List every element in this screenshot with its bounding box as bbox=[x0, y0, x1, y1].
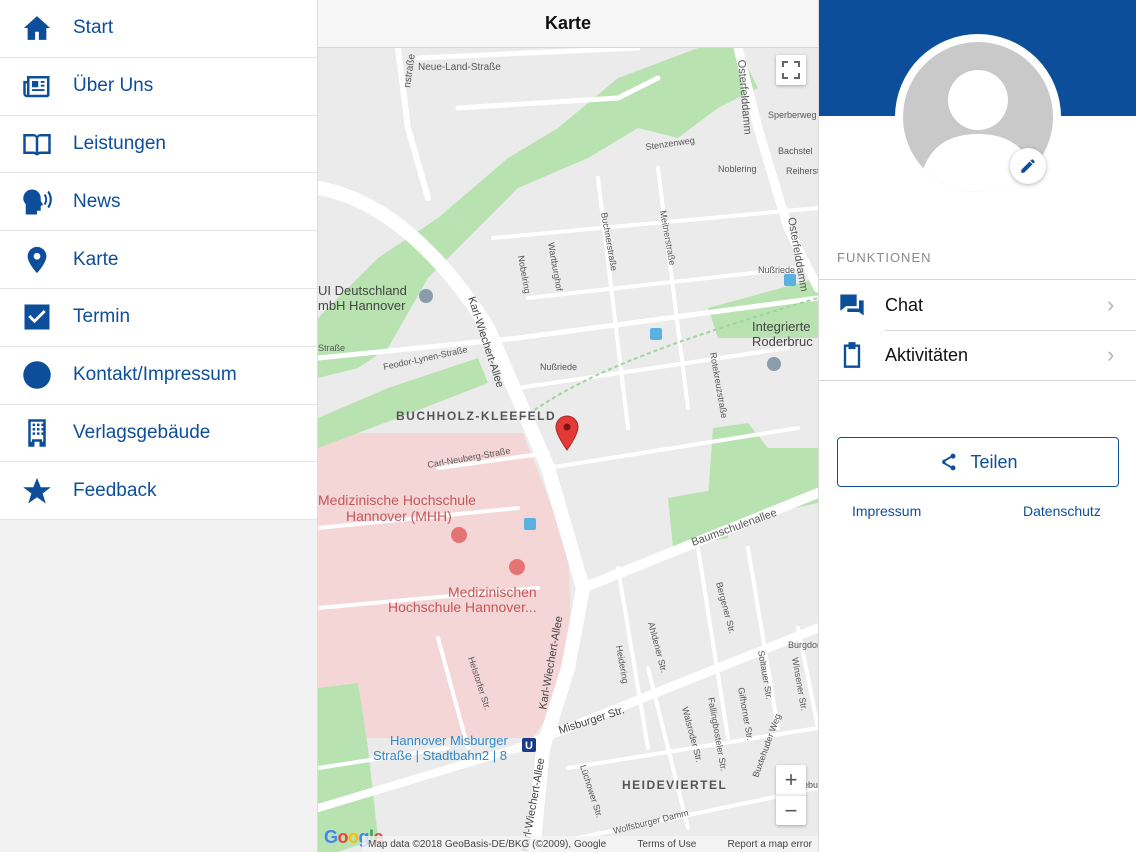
tram-stop-icon[interactable] bbox=[650, 328, 662, 340]
fullscreen-button[interactable] bbox=[776, 55, 806, 85]
page-title: Karte bbox=[544, 13, 592, 33]
edit-avatar-button[interactable] bbox=[1010, 148, 1046, 184]
poi-label: Hannover Misburger bbox=[390, 733, 508, 748]
nav-label: Karte bbox=[73, 248, 119, 270]
home-icon bbox=[0, 13, 73, 43]
street-label: Reiherst bbox=[786, 166, 818, 176]
hospital-marker-icon[interactable] bbox=[509, 559, 525, 575]
impressum-link[interactable]: Impressum bbox=[852, 503, 921, 519]
section-title: FUNKTIONEN bbox=[837, 250, 932, 265]
street-label: Nußriede bbox=[758, 265, 795, 275]
nav-list: Start Über Uns Leistungen News Karte Ter… bbox=[0, 0, 317, 521]
chat-item[interactable]: Chat › bbox=[819, 280, 1136, 330]
map-canvas[interactable]: Neue-Land-Straße nstraße Osterfelddamm O… bbox=[318, 48, 818, 852]
street-label: Straße bbox=[318, 343, 345, 353]
nav-item-feedback[interactable]: Feedback bbox=[0, 462, 317, 521]
district-label: HEIDEVIERTEL bbox=[622, 778, 727, 792]
poi-label: Hannover (MHH) bbox=[346, 508, 452, 524]
terms-of-use-link[interactable]: Terms of Use bbox=[637, 839, 696, 850]
nav-item-news[interactable]: News bbox=[0, 173, 317, 232]
nav-label: Feedback bbox=[73, 479, 157, 501]
street-label: Neue-Land-Straße bbox=[418, 62, 501, 73]
checkbox-icon bbox=[0, 302, 73, 332]
nav-item-ueber-uns[interactable]: Über Uns bbox=[0, 58, 317, 116]
map-attribution: Map data ©2018 GeoBasis-DE/BKG (©2009), … bbox=[362, 836, 818, 852]
nav-label: Termin bbox=[73, 306, 131, 328]
poi-label: UI Deutschland bbox=[318, 283, 407, 298]
chat-label: Chat bbox=[885, 294, 924, 315]
speaking-head-icon bbox=[0, 187, 73, 217]
nav-item-leistungen[interactable]: Leistungen bbox=[0, 116, 317, 174]
ubahn-u-icon: U bbox=[525, 740, 533, 752]
book-icon bbox=[0, 129, 73, 159]
nav-item-start[interactable]: Start bbox=[0, 0, 317, 58]
fullscreen-icon bbox=[782, 61, 800, 79]
street-label: Burgdorfer bbox=[788, 640, 818, 650]
poi-label: Medizinischen bbox=[448, 584, 537, 600]
profile-panel: FUNKTIONEN Chat › Aktivitäten › Teilen I… bbox=[818, 0, 1136, 852]
share-label: Teilen bbox=[970, 451, 1018, 472]
poi-label: Integrierte bbox=[752, 319, 811, 334]
poi-label: Medizinische Hochschule bbox=[318, 492, 476, 508]
nav-label: Verlagsgebäude bbox=[73, 421, 211, 443]
map-pin-icon bbox=[0, 245, 73, 275]
map-header: Karte bbox=[318, 0, 818, 48]
report-map-error-link[interactable]: Report a map error bbox=[728, 839, 812, 850]
nav-label: Über Uns bbox=[73, 75, 154, 97]
zoom-out-button[interactable]: − bbox=[776, 795, 806, 825]
nav-label: Start bbox=[73, 17, 114, 39]
tram-stop-icon[interactable] bbox=[524, 518, 536, 530]
building-icon bbox=[0, 418, 73, 448]
hospital-marker-icon[interactable] bbox=[451, 527, 467, 543]
aktivitaeten-item[interactable]: Aktivitäten › bbox=[819, 330, 1136, 380]
at-sign-icon bbox=[0, 360, 73, 390]
clipboard-icon bbox=[819, 341, 885, 369]
chevron-right-icon: › bbox=[1107, 342, 1115, 367]
nav-item-kontakt-impressum[interactable]: Kontakt/Impressum bbox=[0, 347, 317, 405]
nav-label: News bbox=[73, 190, 121, 212]
street-label: Noblering bbox=[718, 164, 757, 174]
chevron-right-icon: › bbox=[1107, 292, 1115, 317]
map-data-credit: Map data ©2018 GeoBasis-DE/BKG (©2009), … bbox=[368, 838, 607, 850]
share-icon bbox=[942, 453, 956, 471]
poi-marker-icon[interactable] bbox=[767, 357, 781, 371]
street-label: Nußriede bbox=[540, 362, 577, 372]
street-label: Sperberweg bbox=[768, 110, 817, 120]
nav-label: Kontakt/Impressum bbox=[73, 364, 237, 386]
poi-label: mbH Hannover bbox=[318, 298, 406, 313]
app-root: Start Über Uns Leistungen News Karte Ter… bbox=[0, 0, 1136, 852]
poi-label: Straße | Stadtbahn2 | 8 bbox=[373, 748, 507, 763]
chat-icon bbox=[819, 291, 885, 319]
nav-label: Leistungen bbox=[73, 132, 166, 154]
tram-stop-icon[interactable] bbox=[784, 274, 796, 286]
datenschutz-link[interactable]: Datenschutz bbox=[1023, 503, 1101, 519]
poi-label: Roderbruc bbox=[752, 334, 813, 349]
functions-list: Chat › Aktivitäten › bbox=[819, 279, 1136, 381]
poi-marker-icon[interactable] bbox=[419, 289, 433, 303]
map-pane: Karte Neue-Land-Straße nstraße Osterfeld… bbox=[318, 0, 818, 852]
district-label: BUCHHOLZ-KLEEFELD bbox=[396, 409, 556, 423]
poi-label: Hochschule Hannover... bbox=[388, 599, 537, 615]
side-navigation: Start Über Uns Leistungen News Karte Ter… bbox=[0, 0, 318, 852]
nav-item-karte[interactable]: Karte bbox=[0, 231, 317, 289]
newspaper-icon bbox=[0, 71, 73, 101]
aktivitaeten-label: Aktivitäten bbox=[885, 344, 969, 365]
street-label: Bachstel bbox=[778, 146, 813, 156]
nav-item-termin[interactable]: Termin bbox=[0, 289, 317, 347]
star-icon bbox=[0, 476, 73, 506]
share-button[interactable]: Teilen bbox=[837, 437, 1119, 487]
pencil-icon bbox=[1021, 159, 1035, 173]
nav-item-verlagsgebaeude[interactable]: Verlagsgebäude bbox=[0, 405, 317, 463]
zoom-in-button[interactable]: + bbox=[776, 765, 806, 795]
